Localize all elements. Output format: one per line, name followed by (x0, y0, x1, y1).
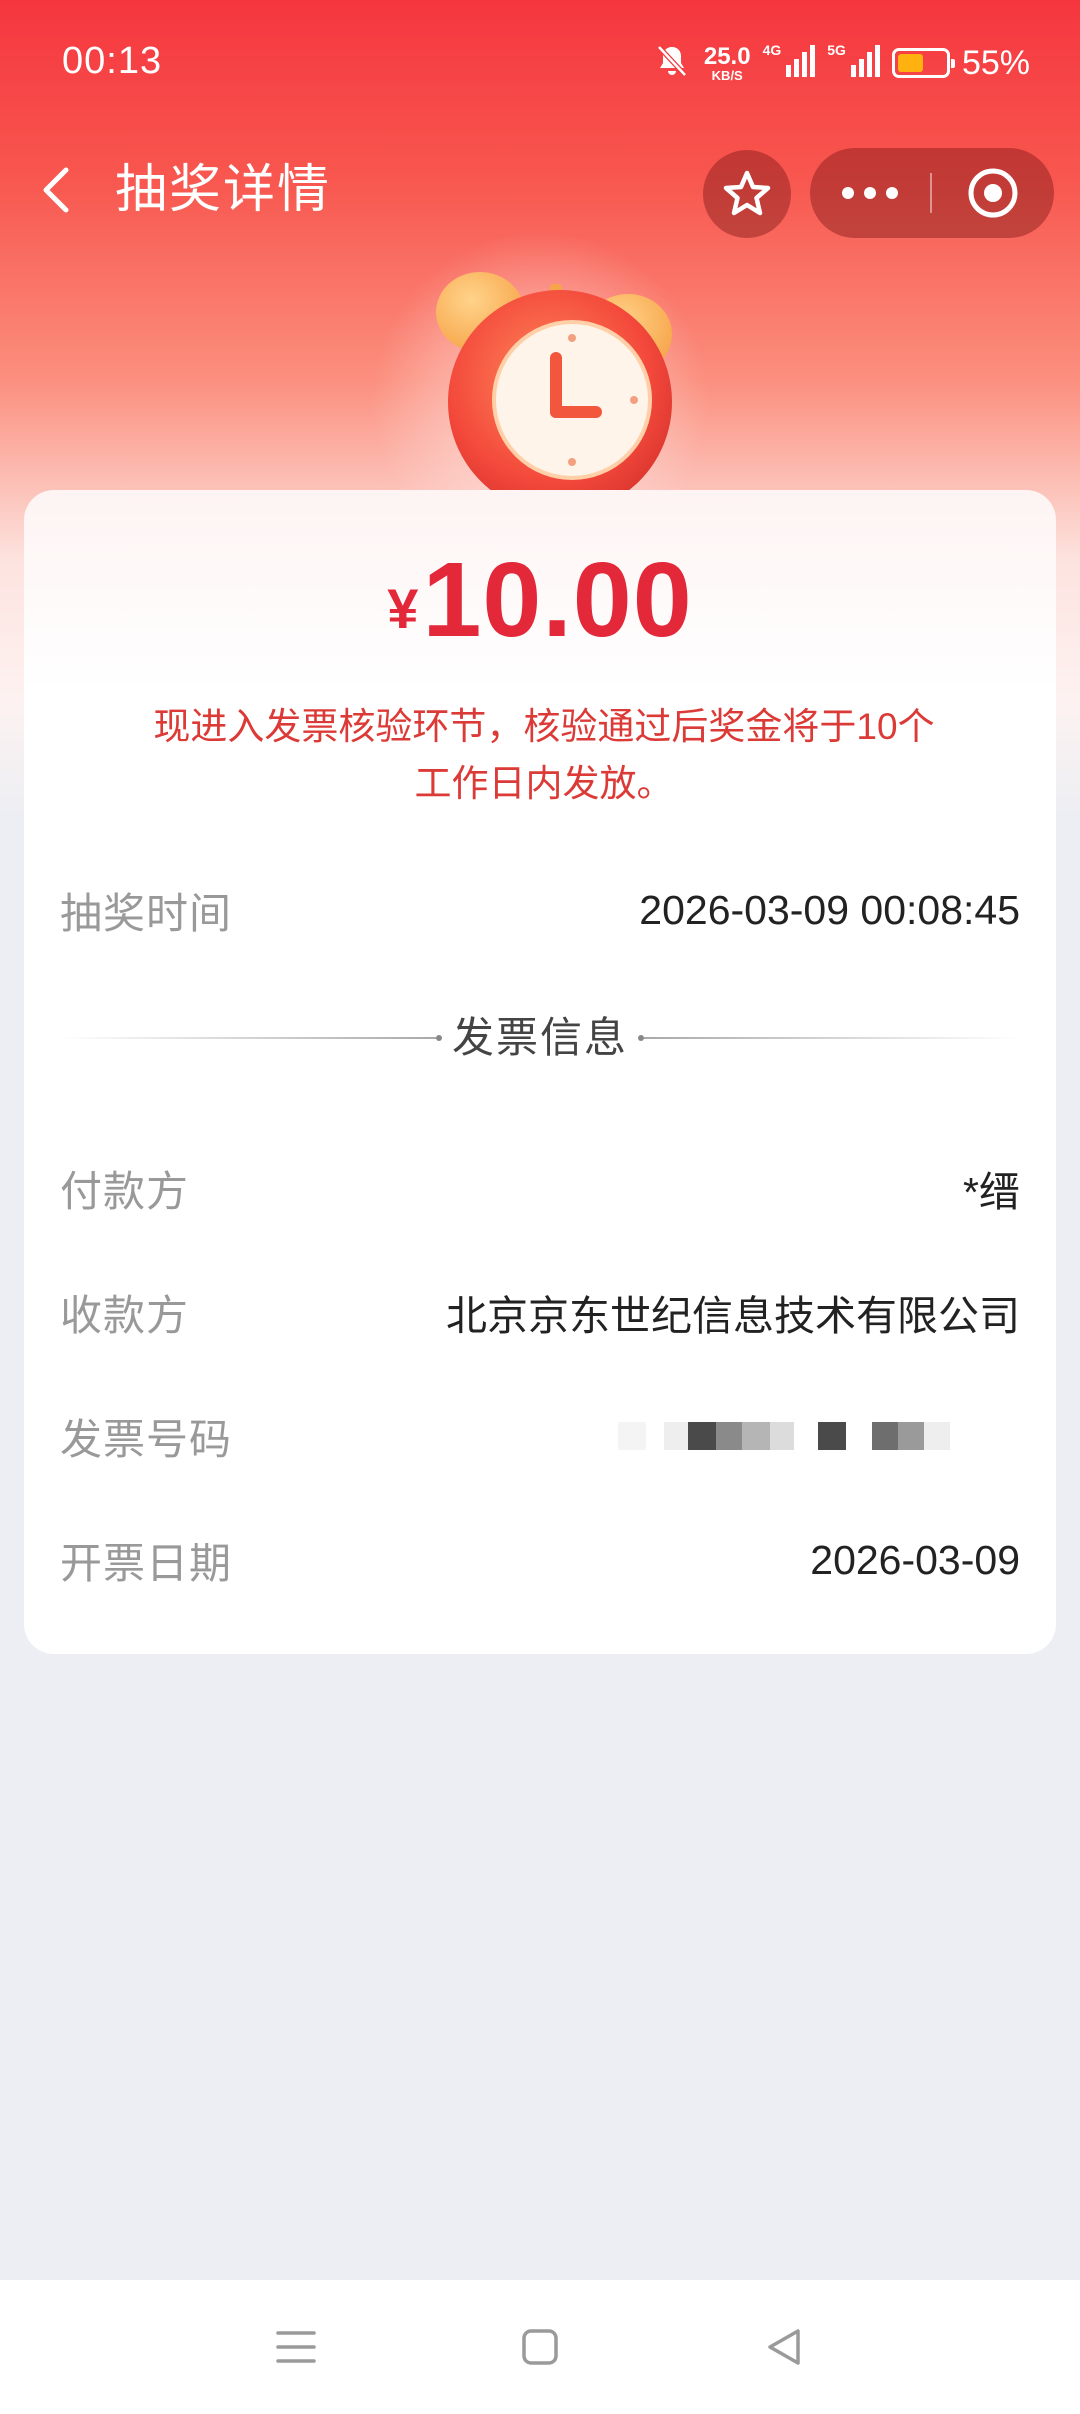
triangle-back-icon (768, 2329, 800, 2365)
favorite-button[interactable] (703, 150, 791, 238)
prize-amount-value: 10.00 (422, 541, 693, 659)
system-back-button[interactable] (752, 2315, 816, 2379)
page-title: 抽奖详情 (115, 161, 332, 219)
prize-notice: 现进入发票核验环节，核验通过后奖金将于10个工作日内发放。 (153, 706, 935, 804)
invoice-date-label: 开票日期 (60, 1539, 233, 1587)
chevron-left-icon (43, 167, 69, 213)
miniapp-capsule (810, 148, 1054, 238)
nav-bar: 抽奖详情 (0, 140, 1080, 240)
status-bar: 00:13 25.0 KB/S 4G 5G 55% (0, 0, 1080, 130)
more-button[interactable] (810, 148, 930, 238)
invoice-number-redacted (618, 1422, 950, 1450)
payer-label: 付款方 (60, 1167, 190, 1215)
signal-icon (850, 43, 880, 84)
invoice-number-label: 发票号码 (60, 1415, 233, 1463)
battery-icon (891, 48, 955, 78)
divider-line (644, 1037, 1020, 1039)
currency-symbol: ¥ (387, 577, 419, 640)
lottery-detail-card: ¥10.00 现进入发票核验环节，核验通过后奖金将于10个工作日内发放。 抽奖时… (24, 490, 1056, 1654)
menu-lines-icon (276, 2331, 316, 2363)
recent-apps-button[interactable] (264, 2315, 328, 2379)
square-home-icon (522, 2329, 558, 2365)
draw-time-row: 抽奖时间 2026-03-09 00:08:45 (60, 880, 1020, 940)
payer-value: *缙 (963, 1169, 1020, 1215)
sim1-network-type: 4G (762, 42, 782, 58)
draw-time-label: 抽奖时间 (60, 889, 233, 937)
sim2-network-type: 5G (827, 42, 846, 58)
invoice-date-value: 2026-03-09 (810, 1536, 1020, 1583)
network-speed-unit: KB/S (711, 67, 743, 83)
system-navigation-bar (0, 2280, 1080, 2414)
mute-bell-icon (652, 41, 692, 86)
invoice-section-header: 发票信息 (60, 1008, 1020, 1068)
draw-time-value: 2026-03-09 00:08:45 (639, 886, 1020, 933)
battery-level-fill (897, 54, 924, 72)
payee-label: 收款方 (60, 1291, 190, 1339)
payee-row: 收款方 北京京东世纪信息技术有限公司 (60, 1282, 1020, 1342)
invoice-date-row: 开票日期 2026-03-09 (60, 1530, 1020, 1590)
payee-value: 北京京东世纪信息技术有限公司 (446, 1293, 1020, 1339)
status-icons: 25.0 KB/S 4G 5G 55% (652, 40, 1030, 86)
prize-amount: ¥10.00 (24, 540, 1056, 661)
network-speed: 25.0 KB/S (703, 42, 751, 83)
star-icon (723, 170, 771, 216)
signal-icon (785, 43, 816, 84)
alarm-clock-icon (410, 262, 680, 514)
payer-row: 付款方 *缙 (60, 1158, 1020, 1218)
battery-percent: 55% (961, 43, 1030, 82)
status-time: 00:13 (62, 40, 163, 82)
invoice-number-row: 发票号码 (60, 1406, 1020, 1466)
network-speed-value: 25.0 (703, 42, 751, 70)
target-circle-icon (968, 168, 1018, 218)
close-miniapp-button[interactable] (932, 148, 1054, 238)
home-button[interactable] (508, 2315, 572, 2379)
back-button[interactable] (30, 160, 90, 220)
more-dots-icon (842, 187, 898, 199)
